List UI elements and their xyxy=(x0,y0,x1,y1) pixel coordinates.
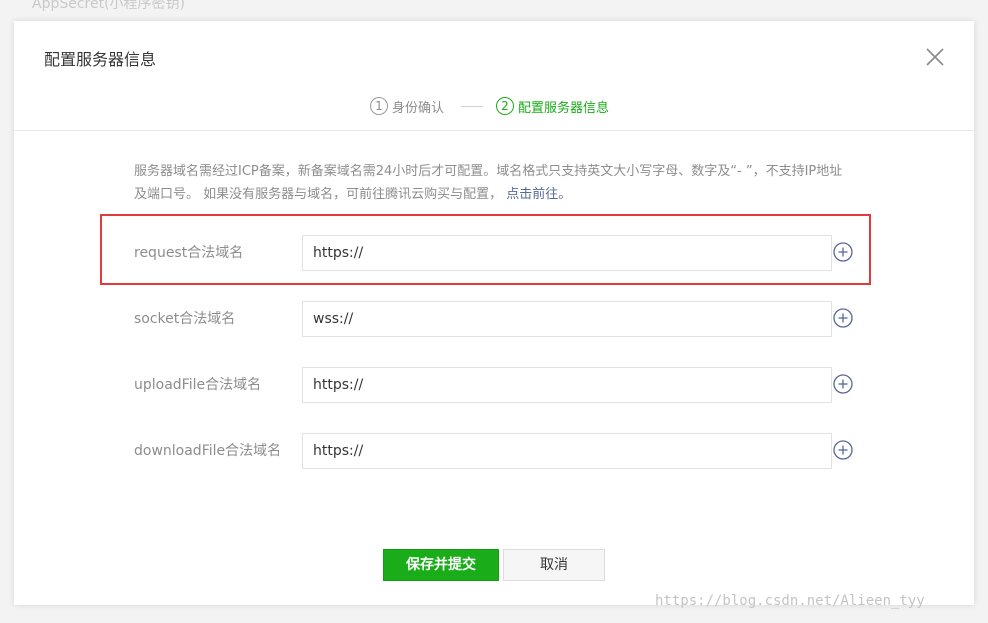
field-label: uploadFile合法域名 xyxy=(134,377,262,393)
plus-circle-icon[interactable] xyxy=(833,308,853,328)
uploadfile-domain-input[interactable] xyxy=(302,367,832,403)
uploadfile-domain-row: uploadFile合法域名 xyxy=(14,367,974,403)
step-number: 1 xyxy=(370,97,388,115)
background-appsecret-label: AppSecret(小程序密钥) xyxy=(32,0,186,12)
domain-notice: 服务器域名需经过ICP备案，新备案域名需24小时后才可配置。域名格式只支持英文大… xyxy=(134,160,854,206)
step-connector xyxy=(461,106,483,107)
socket-domain-input[interactable] xyxy=(302,301,832,337)
downloadfile-domain-row: downloadFile合法域名 xyxy=(14,433,974,469)
field-label: socket合法域名 xyxy=(134,311,236,327)
step-number: 2 xyxy=(496,97,514,115)
plus-circle-icon[interactable] xyxy=(833,374,853,394)
field-label: request合法域名 xyxy=(134,245,244,261)
configure-server-dialog: 配置服务器信息 1 身份确认 2 配置服务器信息 服务器域名需经过ICP备案，新… xyxy=(14,21,974,605)
step-label: 身份确认 xyxy=(392,100,445,116)
request-domain-row: request合法域名 xyxy=(14,235,974,271)
request-domain-input[interactable] xyxy=(302,235,832,271)
step-label: 配置服务器信息 xyxy=(518,100,610,116)
notice-text: 服务器域名需经过ICP备案，新备案域名需24小时后才可配置。域名格式只支持英文大… xyxy=(134,164,843,202)
downloadfile-domain-input[interactable] xyxy=(302,433,832,469)
watermark-text: https://blog.csdn.net/Alieen_tyy xyxy=(655,593,925,609)
plus-circle-icon[interactable] xyxy=(833,242,853,262)
plus-circle-icon[interactable] xyxy=(833,440,853,460)
close-icon[interactable] xyxy=(924,46,946,68)
save-submit-button[interactable]: 保存并提交 xyxy=(383,549,499,581)
step-identity-confirm: 1 身份确认 xyxy=(370,95,444,117)
dialog-title: 配置服务器信息 xyxy=(44,50,157,69)
step-configure-server: 2 配置服务器信息 xyxy=(496,95,609,117)
socket-domain-row: socket合法域名 xyxy=(14,301,974,337)
field-label: downloadFile合法域名 xyxy=(134,443,282,459)
cancel-button[interactable]: 取消 xyxy=(503,549,605,581)
notice-link[interactable]: 点击前往。 xyxy=(506,187,571,202)
header-divider xyxy=(14,130,974,131)
step-indicator: 1 身份确认 2 配置服务器信息 xyxy=(14,95,974,117)
